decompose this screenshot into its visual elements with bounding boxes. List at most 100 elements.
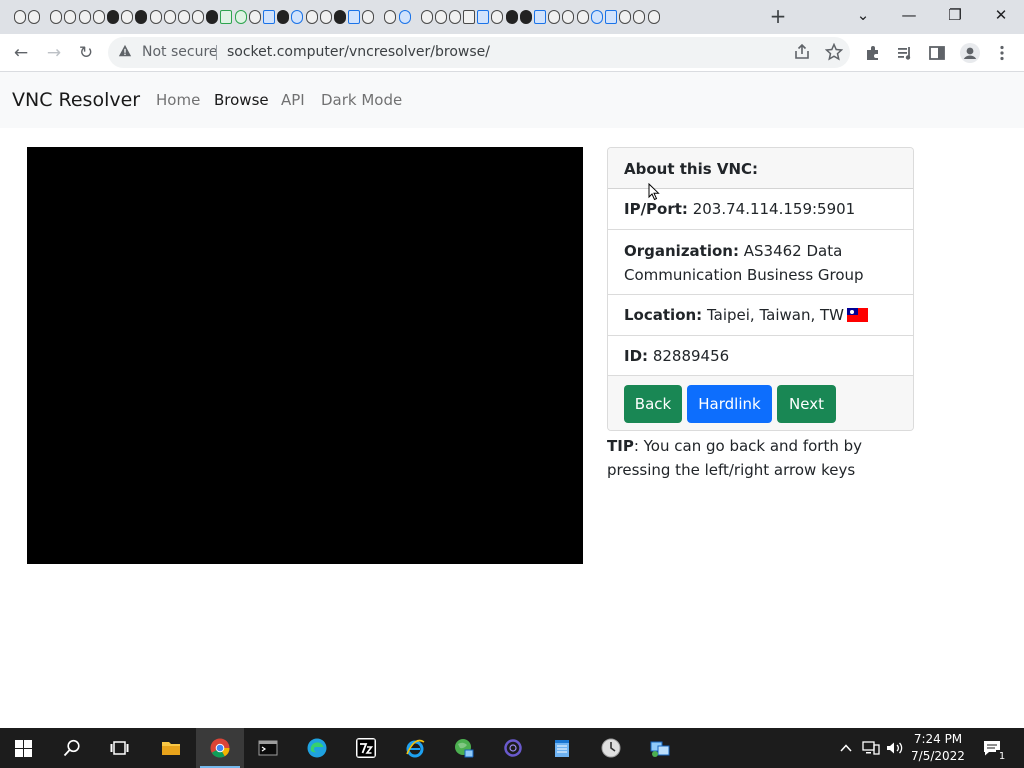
nav-link-api[interactable]: API — [281, 90, 305, 110]
tab-favicon-icon[interactable] — [135, 10, 148, 24]
id-row: ID: 82889456 — [608, 336, 913, 376]
tab-favicon-icon[interactable] — [590, 10, 603, 24]
share-icon[interactable] — [793, 43, 811, 61]
tab-favicon-icon[interactable] — [263, 10, 275, 24]
tab-favicon-icon[interactable] — [14, 10, 26, 24]
tab-favicon-icon[interactable] — [633, 10, 646, 24]
volume-icon[interactable] — [886, 740, 904, 756]
tab-favicon-icon[interactable] — [92, 10, 105, 24]
tab-favicon-icon[interactable] — [149, 10, 162, 24]
reload-icon[interactable]: ↻ — [75, 42, 97, 64]
pinned-tabs[interactable] — [14, 7, 662, 27]
tab-favicon-icon[interactable] — [362, 10, 375, 24]
close-window-button[interactable]: ✕ — [989, 4, 1013, 26]
tab-favicon-icon[interactable] — [106, 10, 119, 24]
taskbar-file-explorer[interactable] — [147, 728, 195, 768]
tip-text: : You can go back and forth by pressing … — [607, 437, 863, 479]
taskbar-terminal[interactable] — [244, 728, 292, 768]
tab-favicon-icon[interactable] — [319, 10, 332, 24]
security-status[interactable]: Not secure — [142, 44, 218, 61]
taskbar-app-ring[interactable] — [489, 728, 537, 768]
tab-favicon-icon[interactable] — [248, 10, 261, 24]
tab-favicon-icon[interactable] — [192, 10, 205, 24]
site-navbar: VNC Resolver Home Browse API Dark Mode — [0, 72, 1024, 128]
tab-favicon-icon[interactable] — [333, 10, 346, 24]
tab-favicon-icon[interactable] — [305, 10, 318, 24]
tab-favicon-icon[interactable] — [463, 10, 476, 24]
media-control-icon[interactable] — [896, 44, 914, 62]
organization-row: Organization: AS3462 Data Communication … — [608, 230, 913, 295]
new-tab-button[interactable]: + — [768, 6, 788, 26]
tab-favicon-icon[interactable] — [28, 10, 41, 24]
side-panel-icon[interactable] — [928, 44, 946, 62]
task-view-icon[interactable] — [110, 739, 129, 757]
tab-favicon-icon[interactable] — [348, 10, 361, 24]
windows-start-icon[interactable] — [15, 740, 32, 757]
organization-label: Organization: — [624, 242, 739, 260]
network-icon[interactable] — [862, 740, 880, 756]
taskbar-internet-explorer[interactable] — [391, 728, 439, 768]
tab-favicon-icon[interactable] — [384, 10, 397, 24]
tab-favicon-icon[interactable] — [220, 10, 233, 24]
taskbar-7zip[interactable] — [342, 728, 390, 768]
taskbar-clock-app[interactable] — [587, 728, 635, 768]
tab-favicon-icon[interactable] — [434, 10, 447, 24]
tab-favicon-icon[interactable] — [177, 10, 190, 24]
tab-favicon-icon[interactable] — [398, 10, 411, 24]
back-button[interactable]: Back — [624, 385, 682, 423]
nav-link-dark-mode[interactable]: Dark Mode — [321, 90, 402, 110]
forward-icon[interactable]: → — [43, 42, 65, 64]
warning-icon[interactable] — [118, 44, 132, 58]
taskbar-network-app[interactable] — [440, 728, 488, 768]
tab-favicon-icon[interactable] — [519, 10, 532, 24]
menu-kebab-icon[interactable] — [993, 44, 1011, 62]
bookmark-star-icon[interactable] — [825, 43, 843, 61]
hardlink-button[interactable]: Hardlink — [687, 385, 772, 423]
taskbar-notepad[interactable] — [538, 728, 586, 768]
tab-favicon-icon[interactable] — [548, 10, 561, 24]
tab-favicon-icon[interactable] — [420, 10, 433, 24]
tab-favicon-icon[interactable] — [576, 10, 589, 24]
tab-favicon-icon[interactable] — [647, 10, 660, 24]
taskbar-clock[interactable]: 7:24 PM 7/5/2022 — [906, 731, 970, 765]
profile-avatar-icon[interactable] — [960, 43, 980, 63]
tab-favicon-icon[interactable] — [234, 10, 247, 24]
tab-favicon-icon[interactable] — [491, 10, 504, 24]
tab-favicon-icon[interactable] — [277, 10, 290, 24]
tab-favicon-icon[interactable] — [505, 10, 518, 24]
tab-favicon-icon[interactable] — [78, 10, 91, 24]
url-text[interactable]: socket.computer/vncresolver/browse/ — [227, 44, 490, 61]
tab-favicon-icon[interactable] — [604, 10, 617, 24]
tab-favicon-icon[interactable] — [121, 10, 134, 24]
ip-port-value: 203.74.114.159:5901 — [692, 200, 856, 218]
id-text: ID: 82889456 — [624, 344, 904, 368]
location-row: Location: Taipei, Taiwan, TW — [608, 295, 913, 336]
tab-favicon-icon[interactable] — [619, 10, 632, 24]
tab-favicon-icon[interactable] — [163, 10, 176, 24]
tab-favicon-icon[interactable] — [448, 10, 461, 24]
taskbar-chrome[interactable] — [196, 728, 244, 768]
back-icon[interactable]: ← — [10, 42, 32, 64]
tab-favicon-icon[interactable] — [291, 10, 304, 24]
taskbar-edge[interactable] — [293, 728, 341, 768]
tab-strip: + ⌄ — ❐ ✕ — [0, 0, 1024, 34]
address-bar[interactable]: Not secure socket.computer/vncresolver/b… — [108, 37, 850, 68]
tab-favicon-icon[interactable] — [562, 10, 575, 24]
nav-link-browse[interactable]: Browse — [214, 90, 269, 110]
tab-favicon-icon[interactable] — [50, 10, 63, 24]
site-brand[interactable]: VNC Resolver — [12, 88, 140, 112]
clock-app-icon — [601, 738, 621, 758]
tab-favicon-icon[interactable] — [477, 10, 490, 24]
minimize-button[interactable]: — — [897, 4, 921, 26]
tab-favicon-icon[interactable] — [64, 10, 77, 24]
tab-favicon-icon[interactable] — [534, 10, 546, 24]
next-button[interactable]: Next — [777, 385, 836, 423]
nav-link-home[interactable]: Home — [156, 90, 200, 110]
tab-favicon-icon[interactable] — [206, 10, 219, 24]
chevron-up-icon[interactable] — [839, 741, 853, 755]
restore-button[interactable]: ❐ — [943, 4, 967, 26]
extensions-icon[interactable] — [864, 44, 882, 62]
tab-search-button[interactable]: ⌄ — [851, 4, 875, 26]
search-icon[interactable] — [63, 739, 81, 757]
taskbar-network-tool[interactable] — [636, 728, 684, 768]
